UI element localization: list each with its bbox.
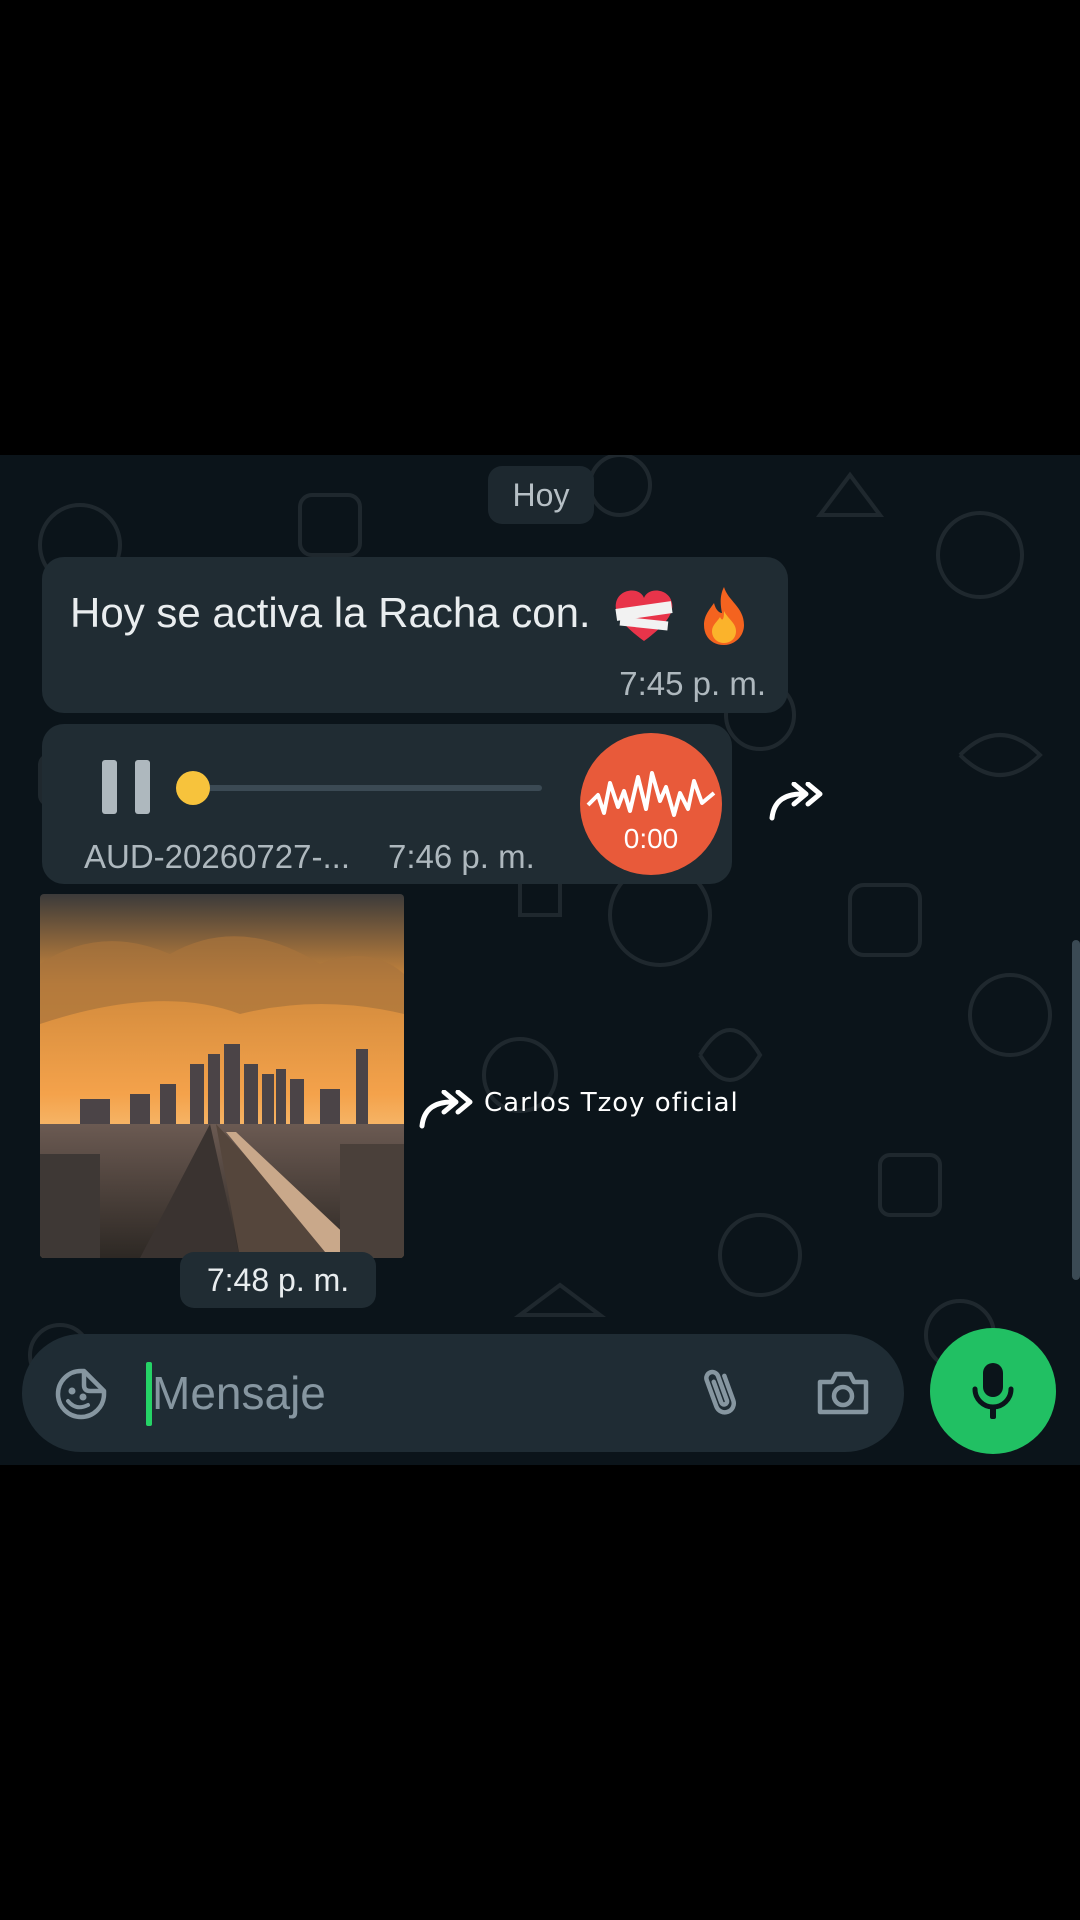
message-input[interactable] [150, 1356, 672, 1430]
audio-waveform-avatar[interactable]: 0:00 [580, 733, 722, 875]
image-time: 7:48 p. m. [180, 1252, 376, 1308]
forward-icon[interactable] [418, 1090, 474, 1130]
audio-progress-knob[interactable] [176, 771, 210, 805]
fire-emoji-icon [703, 587, 744, 645]
message-text: Hoy se activa la Racha con. [70, 589, 591, 637]
audio-duration: 0:00 [623, 823, 679, 854]
audio-progress-track[interactable] [180, 785, 542, 791]
sticker-icon[interactable] [54, 1367, 108, 1421]
camera-icon[interactable] [814, 1366, 872, 1420]
mending-heart-emoji-icon [615, 590, 673, 641]
message-text-row: Hoy se activa la Racha con. [70, 585, 750, 647]
date-separator: Hoy [488, 466, 594, 524]
pause-button[interactable] [102, 760, 150, 814]
mic-button[interactable] [930, 1328, 1056, 1454]
message-image[interactable] [40, 894, 404, 1258]
attach-icon[interactable] [694, 1364, 748, 1422]
message-bubble-text[interactable]: Hoy se activa la Racha con. 7:45 p. m. [42, 557, 788, 713]
message-time: 7:45 p. m. [619, 665, 766, 702]
mic-icon [972, 1363, 1014, 1419]
message-time: 7:46 p. m. [388, 838, 535, 875]
forward-icon[interactable] [768, 782, 824, 822]
chat-scrollbar[interactable] [1072, 940, 1080, 1280]
message-composer [22, 1334, 904, 1452]
watermark-text: Carlos Tzoy oficial [484, 1088, 739, 1118]
city-sunset-photo-icon [40, 894, 404, 1258]
audio-file-name: AUD-20260727-... [84, 838, 350, 875]
